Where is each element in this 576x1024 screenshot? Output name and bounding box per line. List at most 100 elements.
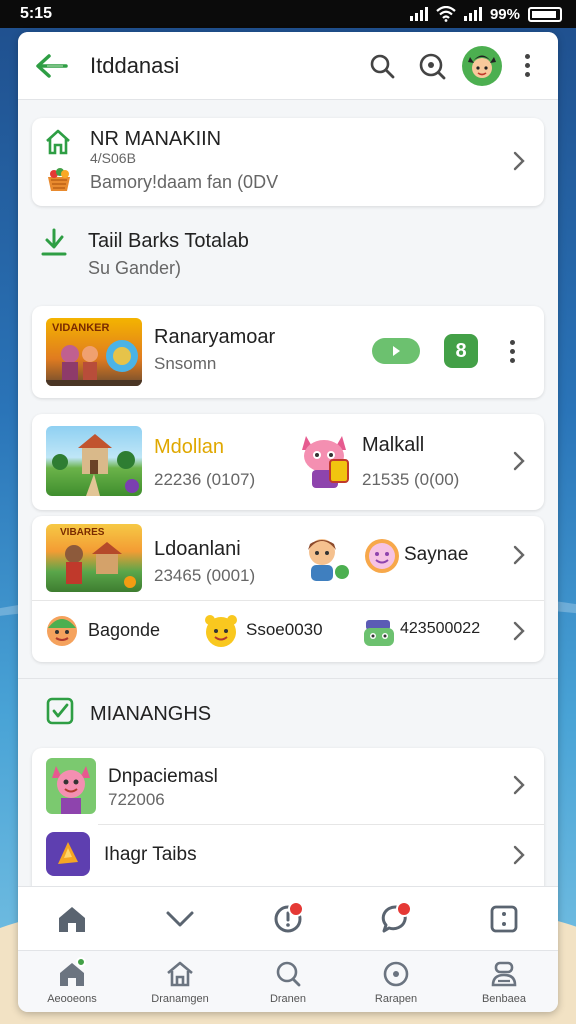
featured-subtitle: Snsomn: [154, 354, 217, 373]
scan-button[interactable]: [412, 46, 452, 86]
stat-right-title: Malkall: [362, 434, 425, 456]
list-item-title-2: Ihagr Taibs: [104, 844, 197, 865]
chevron-right-icon: [508, 844, 530, 866]
message-badge: [396, 900, 412, 917]
download-check-icon: [40, 228, 68, 265]
chevron-right-icon: [508, 544, 530, 566]
active-dot: [76, 957, 86, 967]
nav-home[interactable]: Aeooeons: [22, 957, 122, 1005]
featured-more-button[interactable]: [502, 340, 522, 363]
stats-card-2: VIBARES Ldoanlani 23465 (0001) Saynae Ba…: [32, 516, 544, 662]
nav-village[interactable]: Dranamgen: [130, 959, 230, 1005]
messages-button[interactable]: [372, 895, 420, 943]
featured-game-card[interactable]: VIDANKER Ranaryamoar Snsomn 8: [32, 306, 544, 398]
tasks-title: Taiil Barks Totalab: [88, 230, 249, 252]
chevron-right-icon: [508, 774, 530, 796]
home-button[interactable]: [48, 895, 96, 943]
search-button[interactable]: [362, 46, 402, 86]
app-bar: Itddanasi: [18, 32, 558, 100]
manage-section-header: MIANANGHS: [18, 678, 558, 744]
home-icon: [59, 906, 85, 932]
nav-label: Aeooeons: [47, 993, 97, 1005]
account-subtitle: Bamory!daam fan (0DV: [90, 172, 279, 192]
featured-title: Ranaryamoar: [154, 326, 276, 348]
stats-row[interactable]: VIBARES Ldoanlani 23465 (0001) Saynae: [32, 516, 544, 598]
search-icon: [370, 54, 395, 78]
status-bar: 5:15 99%: [0, 0, 576, 28]
account-code: 4/S06B: [90, 150, 136, 166]
house-outline-nav-icon: [167, 961, 193, 987]
checkbox-checked-icon: [46, 697, 74, 730]
signal-icon-2: [463, 7, 482, 21]
compass-nav-icon: [383, 961, 409, 987]
back-button[interactable]: [34, 48, 70, 84]
account-title: NR MANAKIIN: [90, 128, 222, 150]
girl-character-icon: [298, 532, 352, 591]
cat-character-icon: [298, 430, 354, 499]
chevron-right-icon: [508, 620, 530, 642]
smiley-pink-icon: [362, 536, 402, 581]
tasks-section-header[interactable]: Taiil Barks Totalab Su Gander): [40, 224, 540, 294]
friend-avatar-yellow-icon: [202, 612, 240, 655]
list-item[interactable]: Dnpaciemasl 722006: [32, 748, 544, 824]
page-title: Itddanasi: [90, 52, 180, 78]
stat-left-title-2: Ldoanlani: [154, 538, 241, 560]
stat-left-value: 22236 (0107): [154, 470, 256, 489]
basket-icon: [44, 164, 74, 199]
signal-icon: [409, 7, 428, 21]
stat-right-title-2: Saynae: [404, 544, 469, 565]
dice-button[interactable]: [480, 895, 528, 943]
wifi-icon: [436, 6, 456, 22]
friend-avatar-robot-icon: [360, 614, 398, 655]
chevron-down-icon: [166, 911, 194, 926]
friend-name-2: Ssoe0030: [246, 620, 323, 639]
nav-label: Rarapen: [374, 993, 418, 1005]
pink-cat-thumbnail: [46, 758, 96, 814]
manage-title: MIANANGHS: [90, 703, 212, 725]
nav-search[interactable]: Dranen: [238, 959, 338, 1005]
nav-profile[interactable]: Benbaea: [454, 959, 554, 1005]
expand-button[interactable]: [156, 895, 204, 943]
account-card[interactable]: NR MANAKIIN 4/S06B Bamory!daam fan (0DV: [32, 118, 544, 206]
friend-name-1: Bagonde: [88, 620, 161, 640]
stats-card-1[interactable]: Mdollan 22236 (0107) Malkall 21535 (0(00…: [32, 414, 544, 510]
battery-icon: [528, 6, 562, 22]
status-icons: 99%: [409, 5, 562, 23]
play-icon: [393, 346, 400, 356]
chevron-right-icon: [508, 150, 530, 172]
purple-app-thumbnail: [46, 832, 90, 876]
battery-percent: 99%: [489, 5, 520, 23]
list-item-value-1: 722006: [108, 790, 165, 809]
manage-list-card: Dnpaciemasl 722006 Ihagr Taibs: [32, 748, 544, 888]
alerts-button[interactable]: [264, 895, 312, 943]
play-button[interactable]: [372, 338, 420, 364]
level-badge-button[interactable]: 8: [444, 334, 478, 368]
target-search-icon: [419, 53, 446, 79]
search-nav-icon: [276, 961, 301, 987]
profile-nav-icon: [491, 961, 517, 987]
overflow-menu-button[interactable]: [512, 46, 542, 86]
friends-row[interactable]: Bagonde Ssoe0030 423500022: [32, 602, 544, 660]
status-time: 5:15: [20, 5, 53, 22]
stat-left-value-2: 23465 (0001): [154, 566, 256, 585]
village-thumbnail: [46, 426, 142, 496]
app-window: Itddanasi NR MANAKIIN 4/S06B Bamory!daam…: [18, 32, 558, 1012]
nav-explore[interactable]: Rarapen: [346, 959, 446, 1005]
tasks-subtitle: Su Gander): [88, 258, 182, 278]
friend-name-3: 423500022: [400, 620, 481, 637]
avatar-character-icon: [468, 55, 496, 78]
nav-label: Dranen: [269, 993, 307, 1005]
bottom-navigation: Aeooeons Dranamgen Dranen Rarapen Benbae…: [18, 950, 558, 1012]
arrow-left-icon: [36, 53, 68, 78]
friend-avatar-green-icon: [44, 612, 80, 653]
nav-label: Benbaea: [481, 993, 527, 1005]
stat-right-value: 21535 (0(00): [362, 470, 460, 489]
nav-label: Dranamgen: [151, 993, 209, 1005]
adventure-thumbnail: VIBARES: [46, 524, 142, 592]
notification-badge: [288, 900, 304, 917]
chevron-right-icon: [508, 450, 530, 472]
stat-left-title: Mdollan: [154, 436, 225, 458]
profile-avatar[interactable]: [462, 45, 502, 86]
list-item[interactable]: Ihagr Taibs: [32, 826, 544, 888]
dice-icon: [490, 905, 518, 932]
